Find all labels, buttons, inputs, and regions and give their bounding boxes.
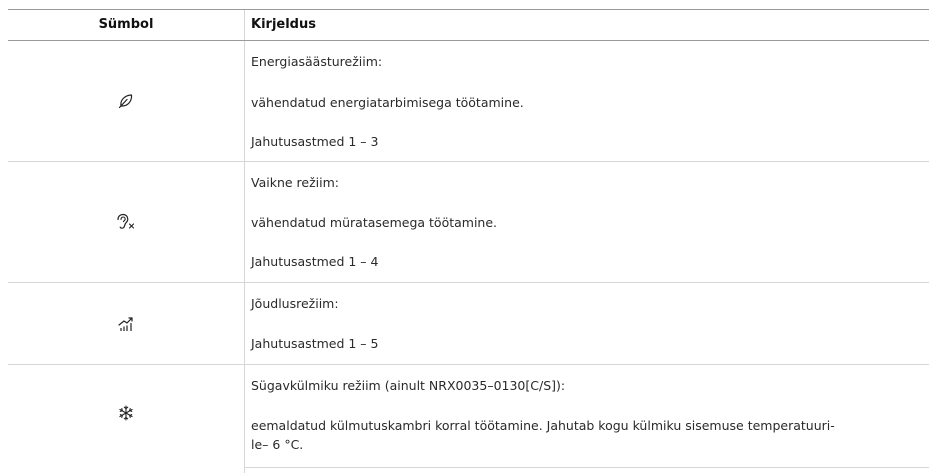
description-line: le– 6 °C.	[251, 437, 304, 452]
symbol-cell	[8, 365, 244, 461]
snowflake-icon	[118, 405, 134, 421]
description-line: Sügavkülmiku režiim (ainult NRX0035–0130…	[251, 378, 566, 393]
description-line: Energiasäästurežiim:	[251, 54, 383, 69]
symbol-cell	[8, 162, 244, 282]
header-symbol: Sümbol	[98, 17, 154, 32]
description-line: Jahutusastmed 1 – 4	[251, 254, 379, 269]
description-line: Jahutusastmed 1 – 3	[251, 134, 379, 149]
leaf-icon	[118, 93, 134, 109]
table-row: Sügavkülmiku režiim (ainult NRX0035–0130…	[8, 365, 929, 473]
description-line: Vaikne režiim:	[251, 175, 339, 190]
symbol-table: Sümbol Kirjeldus Energiasäästurežiim: vä…	[8, 9, 929, 473]
header-description: Kirjeldus	[251, 17, 316, 32]
symbol-cell	[8, 283, 244, 364]
ear-muted-icon	[115, 213, 137, 231]
table-row: Jõudlusrežiim: Jahutusastmed 1 – 5	[8, 283, 929, 365]
description-line: vähendatud energiatarbimisega töötamine.	[251, 95, 524, 110]
table-header: Sümbol Kirjeldus	[8, 10, 929, 41]
description-line: Jõudlusrežiim:	[251, 296, 339, 311]
table-row: Vaikne režiim: vähendatud müratasemega t…	[8, 162, 929, 283]
row-divider	[245, 467, 929, 468]
symbol-cell	[8, 41, 244, 161]
description-line: Jahutusastmed 1 – 5	[251, 336, 379, 351]
table-row: Energiasäästurežiim: vähendatud energiat…	[8, 41, 929, 162]
description-line: eemaldatud külmutuskambri korral töötami…	[251, 418, 835, 433]
description-line: vähendatud müratasemega töötamine.	[251, 215, 498, 230]
performance-chart-icon	[117, 316, 135, 332]
